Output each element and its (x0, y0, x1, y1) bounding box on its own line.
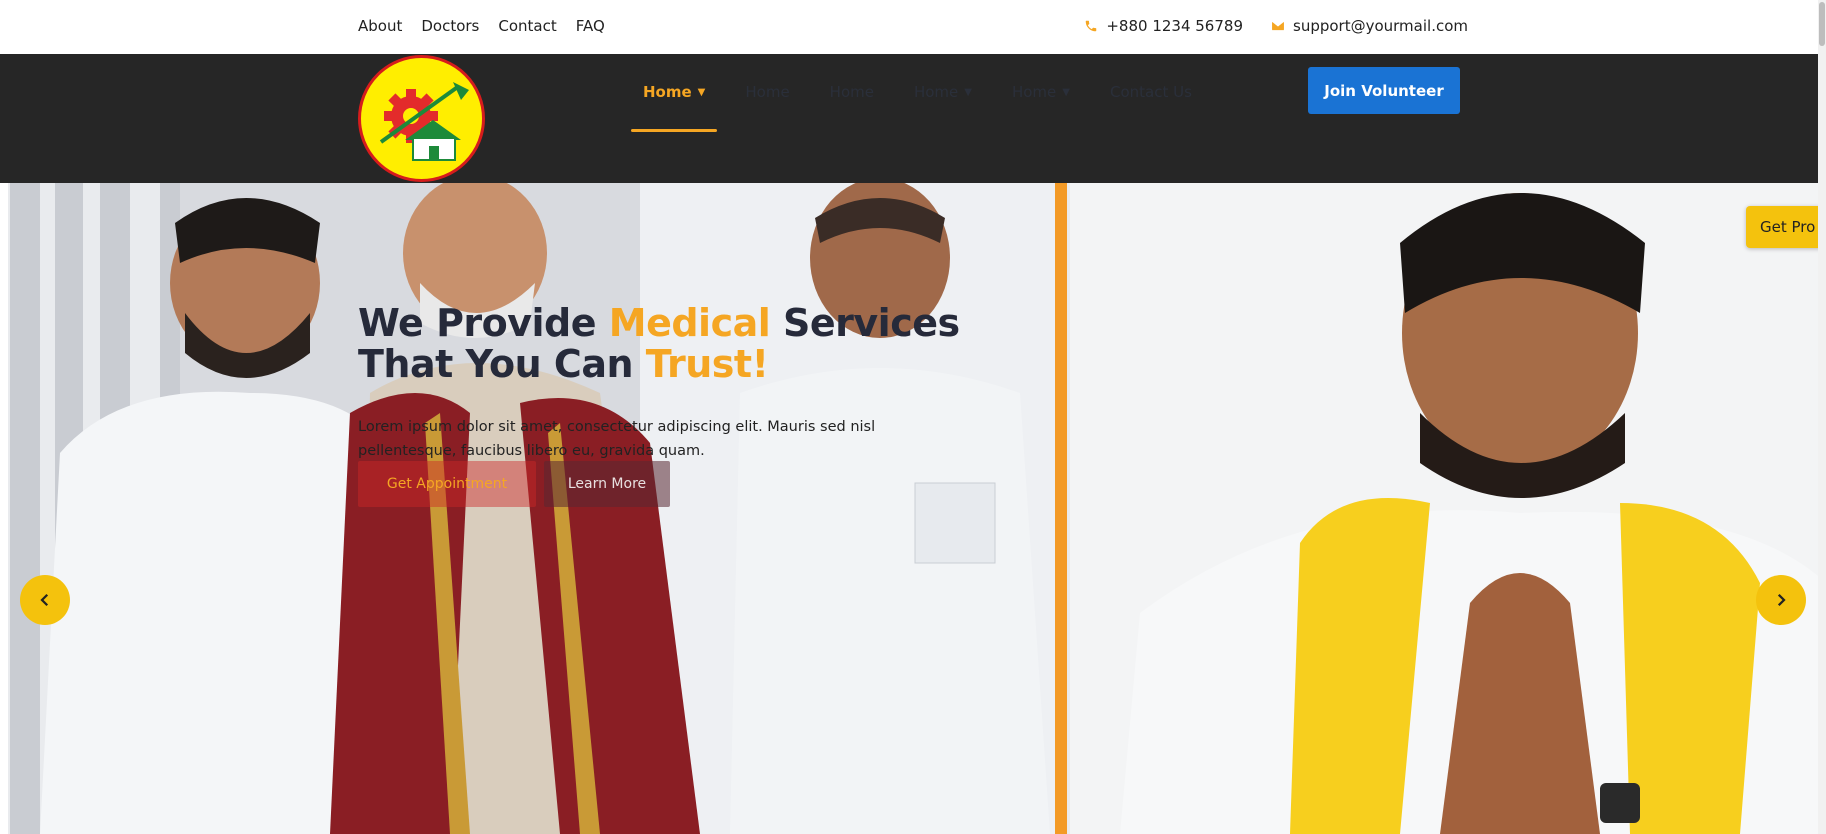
learn-more-button[interactable]: Learn More (544, 461, 670, 507)
site-logo[interactable] (358, 55, 485, 182)
hero-photo (0, 183, 1826, 834)
nav-item-label: Contact Us (1109, 83, 1192, 101)
nav-item-label: Home (745, 83, 790, 101)
top-bar: About Doctors Contact FAQ +880 1234 5678… (0, 0, 1826, 54)
hero-title-part: Services (770, 301, 960, 345)
top-link-about[interactable]: About (358, 17, 402, 35)
hero-slider: We Provide Medical Services That You Can… (0, 183, 1826, 834)
chevron-down-icon: ▼ (697, 86, 706, 98)
slider-prev-button[interactable] (20, 575, 70, 625)
hero-title: We Provide Medical Services That You Can… (358, 303, 960, 385)
nav-item-home[interactable]: Home ▼ (630, 54, 718, 132)
top-link-contact[interactable]: Contact (498, 17, 556, 35)
get-pro-button[interactable]: Get Pro (1746, 206, 1826, 248)
scrollbar-thumb[interactable] (1819, 2, 1825, 46)
phone-icon (1086, 20, 1097, 32)
hero-title-part: That You Can (358, 342, 646, 386)
email-address: support@yourmail.com (1293, 17, 1468, 35)
nav-item-label: Home (643, 83, 692, 101)
nav-item-home-2[interactable]: Home (745, 54, 789, 130)
join-volunteer-button[interactable]: Join Volunteer (1308, 67, 1460, 114)
page-scrollbar[interactable] (1818, 0, 1826, 834)
contact-info: +880 1234 56789 support@yourmail.com (1084, 17, 1468, 35)
chevron-left-icon (40, 593, 49, 607)
slider-next-button[interactable] (1756, 575, 1806, 625)
hero-title-highlight: Medical (608, 301, 771, 345)
chevron-down-icon: ▼ (1062, 86, 1070, 98)
get-appointment-button[interactable]: Get Appointment (358, 461, 536, 507)
chevron-down-icon: ▼ (964, 86, 972, 98)
envelope-icon (1272, 21, 1284, 31)
email-contact[interactable]: support@yourmail.com (1271, 17, 1468, 35)
hero-description: Lorem ipsum dolor sit amet, consectetur … (358, 419, 876, 459)
nav-item-home-3[interactable]: Home (830, 54, 874, 130)
nav-item-home-4[interactable]: Home ▼ (914, 54, 972, 130)
nav-item-contact-us[interactable]: Contact Us (1110, 54, 1192, 130)
top-link-faq[interactable]: FAQ (576, 17, 605, 35)
nav-item-label: Home (829, 83, 874, 101)
phone-number: +880 1234 56789 (1106, 17, 1243, 35)
nav-item-label: Home (913, 83, 959, 101)
chevron-right-icon (1777, 593, 1786, 607)
hero-title-highlight: Trust! (645, 342, 769, 386)
hero-title-part: We Provide (358, 301, 609, 345)
main-menu: Home ▼ Home Home Home ▼ Home ▼ Contact U… (630, 54, 1192, 132)
nav-item-label: Home (1011, 83, 1057, 101)
logo-emblem (379, 82, 469, 161)
phone-contact[interactable]: +880 1234 56789 (1084, 17, 1243, 35)
top-links: About Doctors Contact FAQ (358, 17, 605, 35)
top-link-doctors[interactable]: Doctors (421, 17, 479, 35)
nav-item-home-5[interactable]: Home ▼ (1012, 54, 1070, 130)
